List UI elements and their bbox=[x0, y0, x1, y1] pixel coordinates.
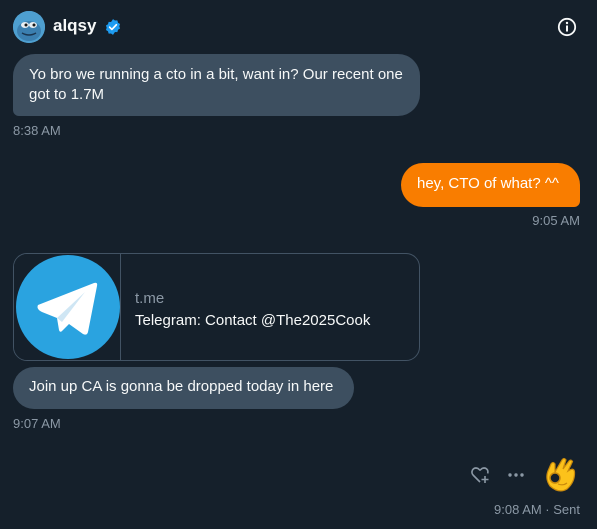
username[interactable]: alqsy bbox=[53, 16, 96, 36]
message-timestamp: 9:05 AM bbox=[532, 213, 580, 228]
info-icon[interactable] bbox=[557, 17, 577, 37]
link-domain: t.me bbox=[135, 290, 165, 307]
message-timestamp: 9:07 AM bbox=[13, 416, 61, 431]
dm-conversation: alqsy Yo bro we running a cto in a bit, … bbox=[0, 0, 597, 529]
add-reaction-icon[interactable] bbox=[470, 465, 490, 485]
message-bubble-received[interactable]: Join up CA is gonna be dropped today in … bbox=[13, 367, 354, 409]
telegram-logo-icon bbox=[16, 255, 120, 359]
avatar[interactable] bbox=[13, 11, 45, 43]
pepe-avatar-icon bbox=[13, 11, 45, 43]
conversation-header: alqsy bbox=[0, 0, 597, 52]
message-bubble-received[interactable]: Yo bro we running a cto in a bit, want i… bbox=[13, 54, 420, 116]
ok-hand-emoji-icon[interactable] bbox=[541, 455, 577, 495]
verified-badge-icon bbox=[105, 19, 121, 35]
message-bubble-sent[interactable]: hey, CTO of what? ^^ bbox=[401, 163, 580, 207]
link-preview-card[interactable]: t.me Telegram: Contact @The2025Cook bbox=[13, 253, 420, 361]
link-title: Telegram: Contact @The2025Cook bbox=[135, 312, 371, 329]
message-timestamp: 8:38 AM bbox=[13, 123, 61, 138]
link-thumbnail bbox=[14, 254, 121, 360]
message-timestamp-status: 9:08 AM · Sent bbox=[494, 502, 580, 517]
more-options-icon[interactable] bbox=[506, 465, 526, 485]
